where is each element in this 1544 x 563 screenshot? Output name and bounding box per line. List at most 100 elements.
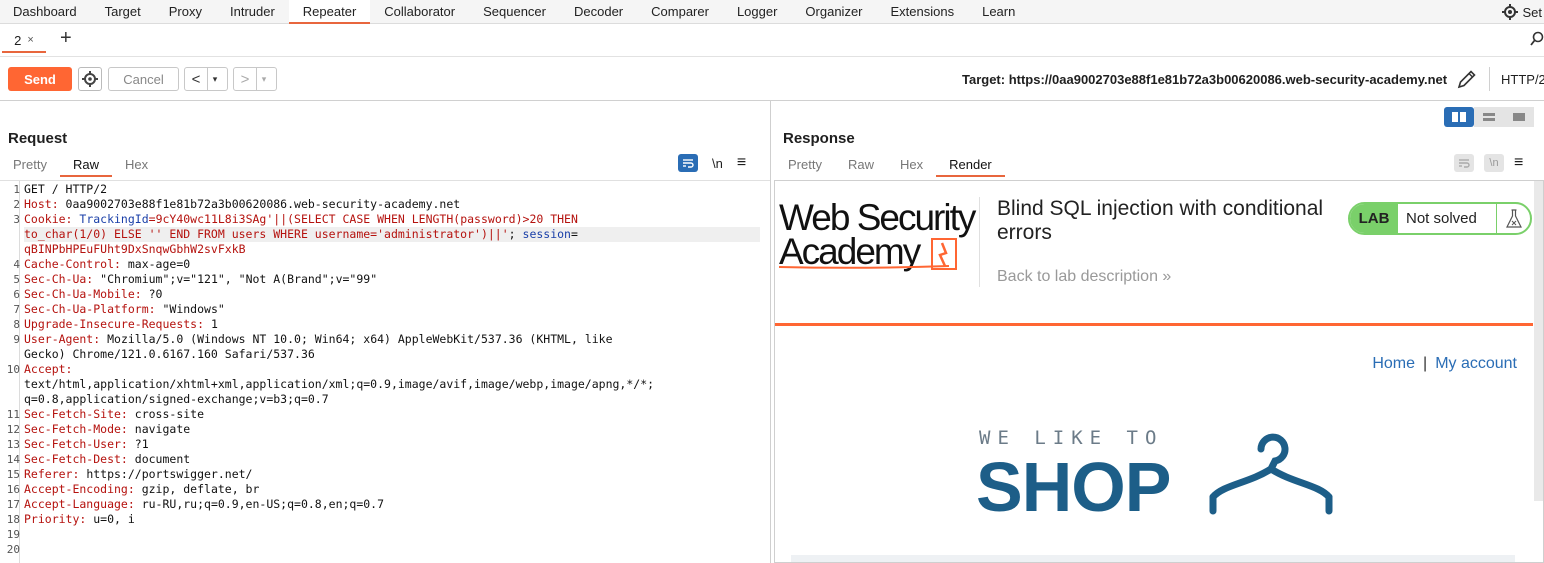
- show-newlines-toggle[interactable]: \n: [712, 156, 723, 171]
- request-line[interactable]: 3 Cookie: TrackingId=9cY40wc11L8i3SAg'||(…: [13, 212, 760, 227]
- header-divider: [979, 197, 980, 287]
- response-word-wrap-toggle[interactable]: [1454, 154, 1474, 172]
- layout-split-button[interactable]: [1444, 107, 1474, 127]
- request-line[interactable]: 9 User-Agent: Mozilla/5.0 (Windows NT 10.…: [13, 332, 760, 347]
- request-line[interactable]: 5 Sec-Ch-Ua: "Chromium";v="121", "Not A(B…: [13, 272, 760, 287]
- menu-tab-sequencer[interactable]: Sequencer: [469, 0, 560, 24]
- search-button[interactable]: [1530, 31, 1544, 50]
- response-view-tabs: Pretty Raw Hex Render: [775, 155, 1005, 177]
- request-line[interactable]: q=0.8,application/signed-exchange;v=b3;q…: [24, 392, 760, 407]
- history-back-dropdown[interactable]: ▾: [207, 68, 222, 90]
- menu-tab-target[interactable]: Target: [91, 0, 155, 24]
- history-back-button[interactable]: <: [185, 68, 207, 90]
- menu-tab-organizer[interactable]: Organizer: [791, 0, 876, 24]
- home-link[interactable]: Home: [1372, 355, 1415, 373]
- request-line[interactable]: 18 Priority: u=0, i: [7, 512, 760, 527]
- line-number: 19: [6, 528, 20, 541]
- menu-tab-extensions[interactable]: Extensions: [877, 0, 969, 24]
- response-tab-raw[interactable]: Raw: [835, 155, 887, 177]
- menu-tab-intruder[interactable]: Intruder: [216, 0, 289, 24]
- response-show-newlines-toggle[interactable]: \n: [1484, 154, 1504, 172]
- menu-tab-decoder[interactable]: Decoder: [560, 0, 637, 24]
- request-line[interactable]: text/html,application/xhtml+xml,applicat…: [24, 377, 760, 392]
- send-options-button[interactable]: [78, 67, 102, 91]
- response-tab-pretty[interactable]: Pretty: [775, 155, 835, 177]
- request-line[interactable]: qBINPbHPEuFUht9DxSnqwGbhW2svFxkB: [24, 242, 760, 257]
- menu-tab-learn[interactable]: Learn: [968, 0, 1029, 24]
- request-toolbar: Send Cancel < ▾ > ▾ Target: https://0aa9…: [0, 57, 1544, 101]
- response-tab-hex[interactable]: Hex: [887, 155, 936, 177]
- request-line[interactable]: 20: [7, 542, 760, 557]
- menu-tab-dashboard[interactable]: Dashboard: [0, 0, 91, 24]
- response-menu-icon[interactable]: ≡: [1514, 154, 1523, 172]
- request-menu-icon[interactable]: ≡: [737, 154, 746, 172]
- request-line[interactable]: 16 Accept-Encoding: gzip, deflate, br: [7, 482, 760, 497]
- response-editor-tools: \n ≡: [1454, 154, 1523, 172]
- request-line[interactable]: 10 Accept:: [7, 362, 760, 377]
- web-security-academy-logo[interactable]: Web Security Academy: [779, 199, 979, 270]
- request-tab-raw[interactable]: Raw: [59, 155, 112, 177]
- repeater-tab-2[interactable]: 2 ×: [2, 29, 46, 53]
- header-name: Priority:: [24, 512, 94, 526]
- close-tab-icon[interactable]: ×: [27, 34, 33, 46]
- layout-single-button[interactable]: [1504, 107, 1534, 127]
- line-number: 9: [13, 333, 20, 346]
- line-text: qBINPbHPEuFUht9DxSnqwGbhW2svFxkB: [24, 242, 246, 256]
- request-line[interactable]: to_char(1/0) ELSE '' END FROM users WHER…: [24, 227, 760, 242]
- menu-tab-comparer[interactable]: Comparer: [637, 0, 723, 24]
- settings-menu[interactable]: Set: [1502, 0, 1544, 24]
- menu-tab-collaborator[interactable]: Collaborator: [370, 0, 469, 24]
- my-account-link[interactable]: My account: [1435, 355, 1517, 373]
- menu-tab-proxy[interactable]: Proxy: [155, 0, 216, 24]
- line-text: GET / HTTP/2: [24, 182, 108, 196]
- header-name: Sec-Fetch-Mode:: [24, 422, 135, 436]
- request-tab-pretty[interactable]: Pretty: [0, 155, 60, 177]
- header-name: Accept-Language:: [24, 497, 142, 511]
- line-text: Gecko) Chrome/121.0.6167.160 Safari/537.…: [24, 347, 315, 361]
- request-line[interactable]: 1 GET / HTTP/2: [13, 182, 760, 197]
- response-tab-render[interactable]: Render: [936, 155, 1005, 177]
- request-line[interactable]: 17 Accept-Language: ru-RU,ru;q=0.9,en-US;…: [7, 497, 760, 512]
- request-line[interactable]: 11 Sec-Fetch-Site: cross-site: [7, 407, 760, 422]
- back-to-lab-link[interactable]: Back to lab description »: [997, 268, 1171, 286]
- render-scrollbar[interactable]: [1534, 181, 1543, 501]
- request-line[interactable]: 14 Sec-Fetch-Dest: document: [7, 452, 760, 467]
- request-lines[interactable]: 1 GET / HTTP/2 2 Host: 0aa9002703e88f1e81b7…: [7, 182, 760, 557]
- request-line[interactable]: 6 Sec-Ch-Ua-Mobile: ?0: [13, 287, 760, 302]
- cancel-button[interactable]: Cancel: [108, 67, 179, 91]
- edit-target-button[interactable]: [1456, 68, 1478, 93]
- layout-split-icon: [1452, 112, 1466, 122]
- word-wrap-toggle[interactable]: [678, 154, 698, 172]
- request-line[interactable]: 13 Sec-Fetch-User: ?1: [7, 437, 760, 452]
- request-line[interactable]: 7 Sec-Ch-Ua-Platform: "Windows": [13, 302, 760, 317]
- menu-tab-logger[interactable]: Logger: [723, 0, 791, 24]
- request-line[interactable]: 19: [7, 527, 760, 542]
- pane-divider[interactable]: [770, 101, 771, 563]
- request-line[interactable]: 4 Cache-Control: max-age=0: [13, 257, 760, 272]
- line-text: =9cY40wc11L8i3SAg'||(SELECT CASE WHEN LE…: [148, 212, 578, 226]
- history-forward-dropdown[interactable]: ▾: [256, 68, 271, 90]
- request-line[interactable]: 8 Upgrade-Insecure-Requests: 1: [13, 317, 760, 332]
- add-tab-button[interactable]: +: [60, 27, 72, 50]
- request-tab-hex[interactable]: Hex: [112, 155, 161, 177]
- send-button[interactable]: Send: [8, 67, 72, 91]
- request-line[interactable]: 15 Referer: https://portswigger.net/: [7, 467, 760, 482]
- menu-tab-repeater[interactable]: Repeater: [288, 0, 371, 24]
- word-wrap-icon: [683, 159, 694, 168]
- history-forward-button[interactable]: >: [234, 68, 256, 90]
- line-text: ;: [508, 227, 523, 241]
- request-line[interactable]: Gecko) Chrome/121.0.6167.160 Safari/537.…: [24, 347, 760, 362]
- request-line[interactable]: 2 Host: 0aa9002703e88f1e81b72a3b00620086.…: [13, 197, 760, 212]
- top-menu-bar: Dashboard Target Proxy Intruder Repeater Coll…: [0, 0, 1544, 24]
- line-text: cross-site: [134, 407, 205, 421]
- request-line[interactable]: 12 Sec-Fetch-Mode: navigate: [7, 422, 760, 437]
- layout-stacked-button[interactable]: [1474, 107, 1504, 127]
- line-number: 15: [6, 468, 20, 481]
- http-version-selector[interactable]: HTTP/2: [1501, 72, 1544, 87]
- header-name: User-Agent:: [24, 332, 108, 346]
- request-editor[interactable]: 1 GET / HTTP/2 2 Host: 0aa9002703e88f1e81b7…: [0, 180, 770, 563]
- line-text: max-age=0: [127, 257, 191, 271]
- shop-hanger: [1209, 427, 1333, 520]
- line-number: 4: [13, 258, 20, 271]
- gear-icon: [1502, 4, 1519, 20]
